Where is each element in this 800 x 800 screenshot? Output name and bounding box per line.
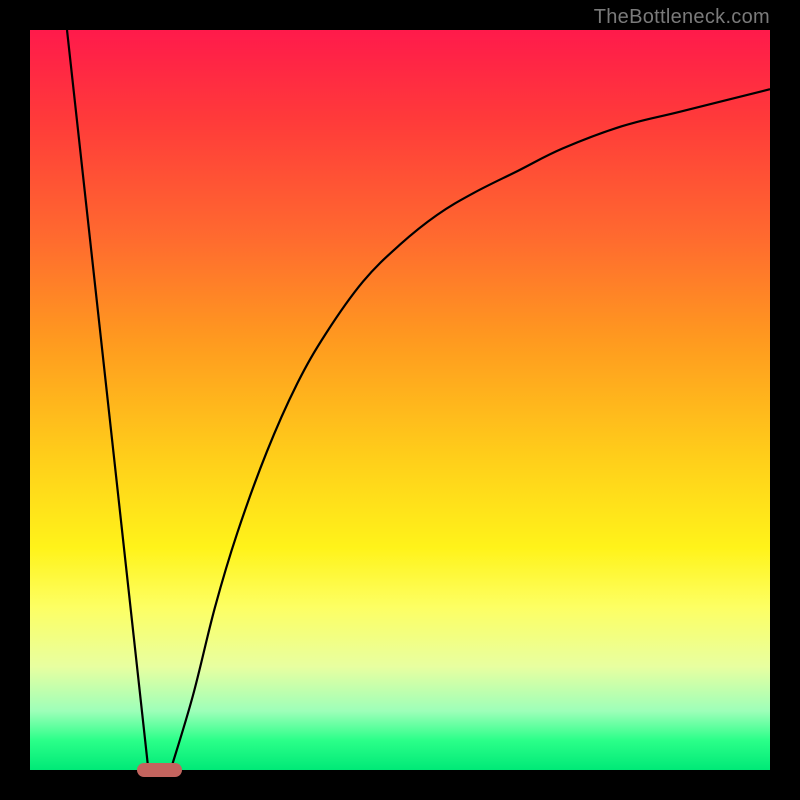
- watermark-label: TheBottleneck.com: [594, 6, 770, 29]
- minimum-marker: [137, 763, 181, 777]
- curve-layer: [30, 30, 770, 770]
- plot-area: [30, 30, 770, 770]
- chart-frame: TheBottleneck.com: [0, 0, 800, 800]
- curve-left-branch: [67, 30, 148, 770]
- curve-right-branch: [171, 89, 770, 770]
